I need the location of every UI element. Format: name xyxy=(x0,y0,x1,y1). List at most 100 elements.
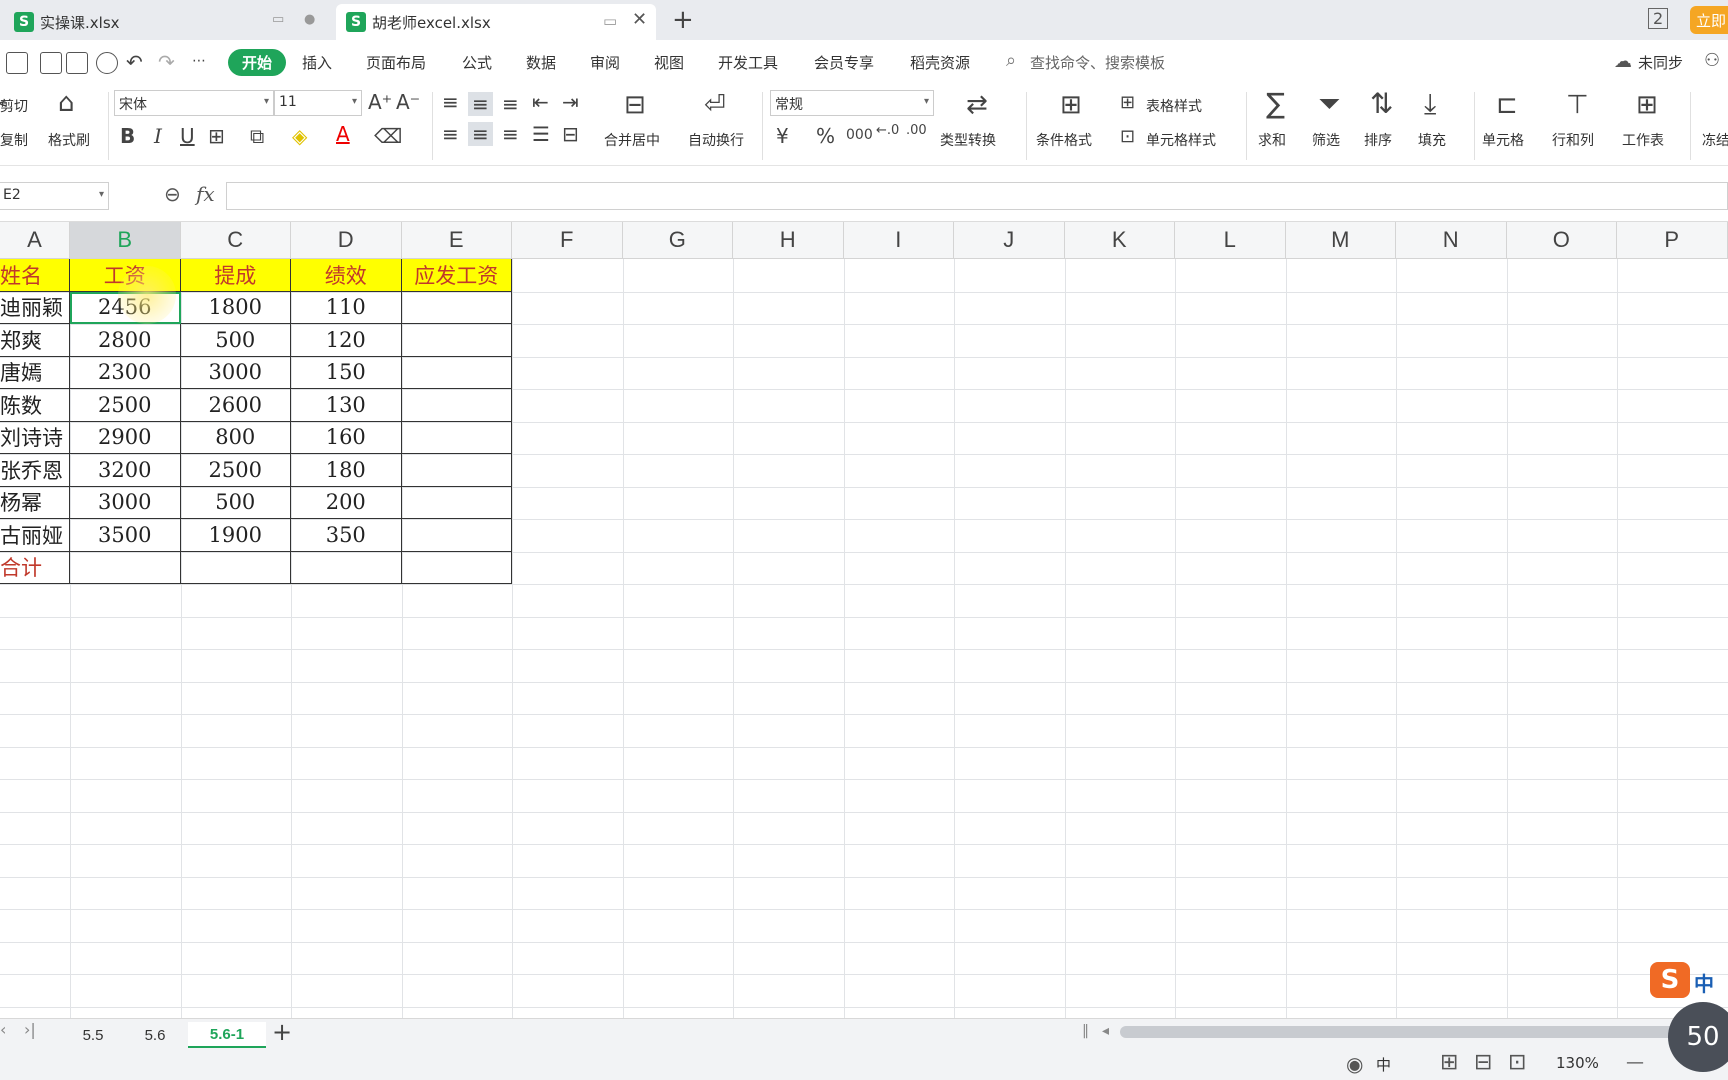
menu-docer[interactable]: 稻壳资源 xyxy=(910,52,970,73)
table-header-cell[interactable]: 姓名 xyxy=(0,259,70,292)
number-format-select[interactable]: 常规 ▾ xyxy=(770,90,934,116)
table-cell[interactable] xyxy=(401,324,512,357)
table-cell[interactable] xyxy=(401,519,512,552)
sum-icon[interactable]: ∑ xyxy=(1266,90,1285,118)
column-header-d[interactable]: D xyxy=(291,222,402,259)
new-tab-plus-icon[interactable]: + xyxy=(672,5,694,35)
fill-icon[interactable]: ⤓ xyxy=(1424,90,1436,118)
print-preview-icon[interactable] xyxy=(96,52,118,74)
page-break-view-icon[interactable]: ⊡ xyxy=(1508,1052,1526,1074)
column-header-i[interactable]: I xyxy=(843,222,954,259)
table-cell[interactable]: 500 xyxy=(180,324,291,357)
align-middle-icon[interactable]: ≡ xyxy=(468,92,493,116)
table-cell[interactable]: 3000 xyxy=(180,356,291,389)
table-cell[interactable] xyxy=(401,356,512,389)
cells-icon[interactable]: ⊏ xyxy=(1496,92,1518,118)
worksheet-button[interactable]: 工作表 xyxy=(1622,130,1664,150)
table-cell[interactable] xyxy=(401,389,512,422)
underline-icon[interactable]: U xyxy=(180,126,195,146)
table-cell[interactable]: 130 xyxy=(291,389,402,422)
table-cell[interactable]: 迪丽颖 xyxy=(0,291,70,324)
sort-icon[interactable]: ⇅ xyxy=(1370,90,1393,118)
column-header-j[interactable]: J xyxy=(954,222,1065,259)
undo-icon[interactable]: ↶ xyxy=(126,52,143,72)
table-cell[interactable]: 2900 xyxy=(70,421,181,454)
bold-icon[interactable]: B xyxy=(120,126,135,146)
currency-icon[interactable]: ¥ xyxy=(776,126,789,146)
increase-decimal-icon[interactable]: ←.0 xyxy=(876,124,899,137)
table-cell[interactable]: 2600 xyxy=(180,389,291,422)
table-cell[interactable]: 3500 xyxy=(70,519,181,552)
border-icon[interactable]: ⊞ xyxy=(208,126,225,146)
table-header-cell[interactable]: 绩效 xyxy=(291,259,402,292)
type-convert-icon[interactable]: ⇄ xyxy=(966,92,988,118)
table-cell[interactable] xyxy=(401,291,512,324)
scroll-split-icon[interactable]: ‖ xyxy=(1082,1024,1089,1038)
monitor-icon[interactable]: ▭ xyxy=(603,12,617,30)
format-painter-icon[interactable]: ⌂ xyxy=(58,90,75,116)
table-style-button[interactable]: 表格样式 xyxy=(1146,96,1202,116)
align-right-icon[interactable]: ≡ xyxy=(502,124,519,144)
cells-button[interactable]: 单元格 xyxy=(1482,130,1524,150)
align-left-icon[interactable]: ≡ xyxy=(442,124,459,144)
column-header-n[interactable]: N xyxy=(1396,222,1507,259)
file-tab-shicao[interactable]: S 实操课.xlsx xyxy=(14,4,334,40)
share-user-icon[interactable]: ⚇ xyxy=(1704,52,1720,70)
column-header-o[interactable]: O xyxy=(1506,222,1617,259)
save-icon[interactable] xyxy=(6,52,28,74)
zoom-level[interactable]: 130% xyxy=(1556,1054,1599,1072)
align-bottom-icon[interactable]: ≡ xyxy=(502,94,519,114)
table-cell[interactable]: 1900 xyxy=(180,519,291,552)
total-cell[interactable] xyxy=(291,551,402,584)
column-header-e[interactable]: E xyxy=(401,222,512,259)
table-cell[interactable]: 3200 xyxy=(70,454,181,487)
table-cell[interactable]: 800 xyxy=(180,421,291,454)
column-header-h[interactable]: H xyxy=(733,222,844,259)
filter-button[interactable]: 筛选 xyxy=(1312,130,1340,150)
copy-button[interactable]: 复制 xyxy=(0,130,28,150)
total-cell[interactable] xyxy=(70,551,181,584)
ime-mode[interactable]: 中 xyxy=(1694,968,1714,997)
table-cell[interactable] xyxy=(401,486,512,519)
table-header-cell[interactable]: 提成 xyxy=(180,259,291,292)
indent-increase-icon[interactable]: ⇥ xyxy=(562,92,579,112)
table-header-cell[interactable]: 应发工资 xyxy=(401,259,512,292)
export-icon[interactable] xyxy=(40,52,62,74)
eye-protect-icon[interactable]: ◉ xyxy=(1346,1054,1363,1074)
table-cell[interactable]: 180 xyxy=(291,454,402,487)
percent-icon[interactable]: % xyxy=(816,126,835,146)
table-cell[interactable]: 2500 xyxy=(180,454,291,487)
font-grow-icon[interactable]: A⁺ xyxy=(368,92,392,112)
italic-icon[interactable]: I xyxy=(154,126,162,146)
table-cell[interactable]: 郑爽 xyxy=(0,324,70,357)
menu-view[interactable]: 视图 xyxy=(654,52,684,73)
table-cell[interactable]: 350 xyxy=(291,519,402,552)
window-layout-icon[interactable]: 2 xyxy=(1648,8,1669,29)
total-cell[interactable] xyxy=(180,551,291,584)
table-cell[interactable]: 150 xyxy=(291,356,402,389)
sort-button[interactable]: 排序 xyxy=(1364,130,1392,150)
cell-format-icon[interactable]: ⧉ xyxy=(250,126,264,146)
column-header-b[interactable]: B xyxy=(70,222,181,259)
table-cell[interactable]: 刘诗诗 xyxy=(0,421,70,454)
column-header-k[interactable]: K xyxy=(1064,222,1175,259)
rows-cols-button[interactable]: 行和列 xyxy=(1552,130,1594,150)
filter-icon[interactable]: ⏷ xyxy=(1318,90,1340,118)
cut-button[interactable]: 剪切 xyxy=(0,96,28,116)
column-header-f[interactable]: F xyxy=(512,222,623,259)
column-header-g[interactable]: G xyxy=(622,222,733,259)
menu-review[interactable]: 审阅 xyxy=(590,52,620,73)
align-top-icon[interactable]: ≡ xyxy=(442,92,459,112)
table-cell[interactable]: 2300 xyxy=(70,356,181,389)
menu-formula[interactable]: 公式 xyxy=(462,52,492,73)
add-sheet-plus-icon[interactable]: + xyxy=(272,1020,292,1044)
total-cell[interactable] xyxy=(401,551,512,584)
type-convert-button[interactable]: 类型转换 xyxy=(940,130,996,150)
eraser-icon[interactable]: ⌫ xyxy=(374,126,402,146)
table-cell[interactable]: 1800 xyxy=(180,291,291,324)
freeze-button[interactable]: 冻结 xyxy=(1702,130,1728,150)
spreadsheet-grid[interactable]: ABCDEFGHIJKLMNOP姓名工资提成绩效应发工资迪丽颖245618001… xyxy=(0,222,1728,1018)
column-header-m[interactable]: M xyxy=(1285,222,1396,259)
quick-access-more-icon[interactable]: ⋯ xyxy=(192,54,206,68)
menu-member[interactable]: 会员专享 xyxy=(814,52,874,73)
